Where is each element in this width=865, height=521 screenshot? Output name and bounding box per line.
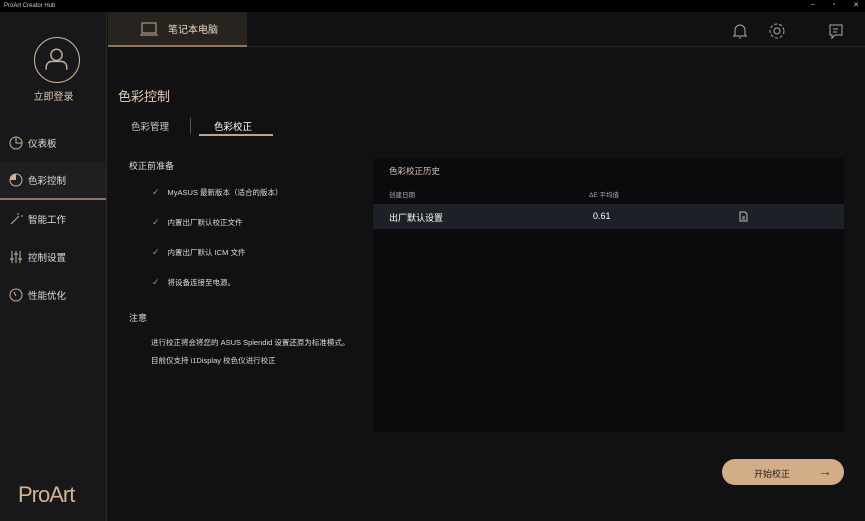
prep-item: ✓ MyASUS 最新版本（适合的版本） xyxy=(152,187,283,198)
check-icon: ✓ xyxy=(152,247,160,257)
prep-item: ✓ 将设备连接至电源。 xyxy=(152,277,235,288)
column-header-delta-e: ΔE 平均值 xyxy=(589,192,619,199)
tab-laptop[interactable]: 笔记本电脑 xyxy=(108,12,247,47)
active-tab-indicator xyxy=(199,134,273,136)
check-icon: ✓ xyxy=(152,187,160,197)
sidebar-item-color-control[interactable]: 色彩控制 xyxy=(0,162,106,200)
gauge-icon xyxy=(9,288,23,302)
calibration-history-panel: 色彩校正历史 创建日期 ΔE 平均值 出厂默认设置 0.61 xyxy=(373,158,844,432)
tab-color-management[interactable]: 色彩管理 xyxy=(131,119,169,133)
dashboard-icon xyxy=(9,136,23,150)
prep-item-label: 内置出厂默认 ICM 文件 xyxy=(167,248,246,257)
sidebar-item-performance[interactable]: 性能优化 xyxy=(0,276,106,314)
table-row[interactable]: 出厂默认设置 0.61 xyxy=(373,204,844,229)
start-calibration-button[interactable]: 开始校正 → xyxy=(722,459,844,485)
prep-item-label: 内置出厂默认校正文件 xyxy=(167,218,243,227)
prep-item: ✓ 内置出厂默认 ICM 文件 xyxy=(152,247,245,258)
sidebar-item-control-settings[interactable]: 控制设置 xyxy=(0,238,106,276)
start-button-label: 开始校正 xyxy=(754,469,791,479)
prep-item-label: MyASUS 最新版本（适合的版本） xyxy=(167,188,283,197)
sidebar: 立即登录 仪表板 色彩控制 智能工作 控制设置 性能优化 ProArt xyxy=(0,12,107,521)
maximize-button[interactable]: ▫ xyxy=(833,1,835,9)
prep-item-label: 将设备连接至电源。 xyxy=(167,278,236,287)
check-icon: ✓ xyxy=(152,217,160,227)
sidebar-item-label: 性能优化 xyxy=(28,291,67,302)
check-icon: ✓ xyxy=(152,277,160,287)
login-link[interactable]: 立即登录 xyxy=(0,88,107,103)
document-icon[interactable] xyxy=(739,211,748,222)
arrow-right-icon: → xyxy=(818,463,832,479)
page-title: 色彩控制 xyxy=(118,89,171,104)
avatar-icon[interactable] xyxy=(34,37,80,83)
tab-divider xyxy=(190,118,191,134)
sidebar-item-label: 控制设置 xyxy=(28,253,67,264)
magic-wand-icon xyxy=(10,213,23,225)
color-control-icon xyxy=(9,173,23,187)
sidebar-item-smart-work[interactable]: 智能工作 xyxy=(0,200,106,238)
row-delta-e: 0.61 xyxy=(593,211,611,221)
note-text: 进行校正将会将您的 ASUS Splendid 设置还原为标准模式。 xyxy=(151,338,350,347)
title-bar: ProArt Creator Hub – ▫ ✕ xyxy=(0,0,865,12)
proart-logo: ProArt xyxy=(18,482,75,507)
laptop-icon xyxy=(140,22,158,35)
sidebar-item-label: 智能工作 xyxy=(28,215,67,226)
minimize-button[interactable]: – xyxy=(811,1,815,9)
bell-icon[interactable] xyxy=(731,22,749,40)
tab-color-calibration[interactable]: 色彩校正 xyxy=(214,119,252,133)
prep-item: ✓ 内置出厂默认校正文件 xyxy=(152,217,243,228)
note-text: 目前仅支持 i1Display 校色仪进行校正 xyxy=(151,356,276,365)
notes-title: 注意 xyxy=(129,313,148,323)
device-tab-label: 笔记本电脑 xyxy=(168,25,218,36)
sidebar-item-label: 色彩控制 xyxy=(28,176,67,187)
app-title: ProArt Creator Hub xyxy=(4,3,56,9)
row-name: 出厂默认设置 xyxy=(389,213,444,223)
feedback-icon[interactable] xyxy=(828,22,846,40)
history-title: 色彩校正历史 xyxy=(389,166,441,176)
header: 笔记本电脑 xyxy=(108,12,865,47)
sidebar-item-dashboard[interactable]: 仪表板 xyxy=(0,124,106,162)
column-header-date: 创建日期 xyxy=(389,192,415,199)
prep-title: 校正前准备 xyxy=(129,161,175,171)
gear-icon[interactable] xyxy=(768,22,786,40)
sliders-icon xyxy=(10,251,22,263)
sidebar-item-label: 仪表板 xyxy=(28,139,57,150)
close-button[interactable]: ✕ xyxy=(853,1,859,9)
